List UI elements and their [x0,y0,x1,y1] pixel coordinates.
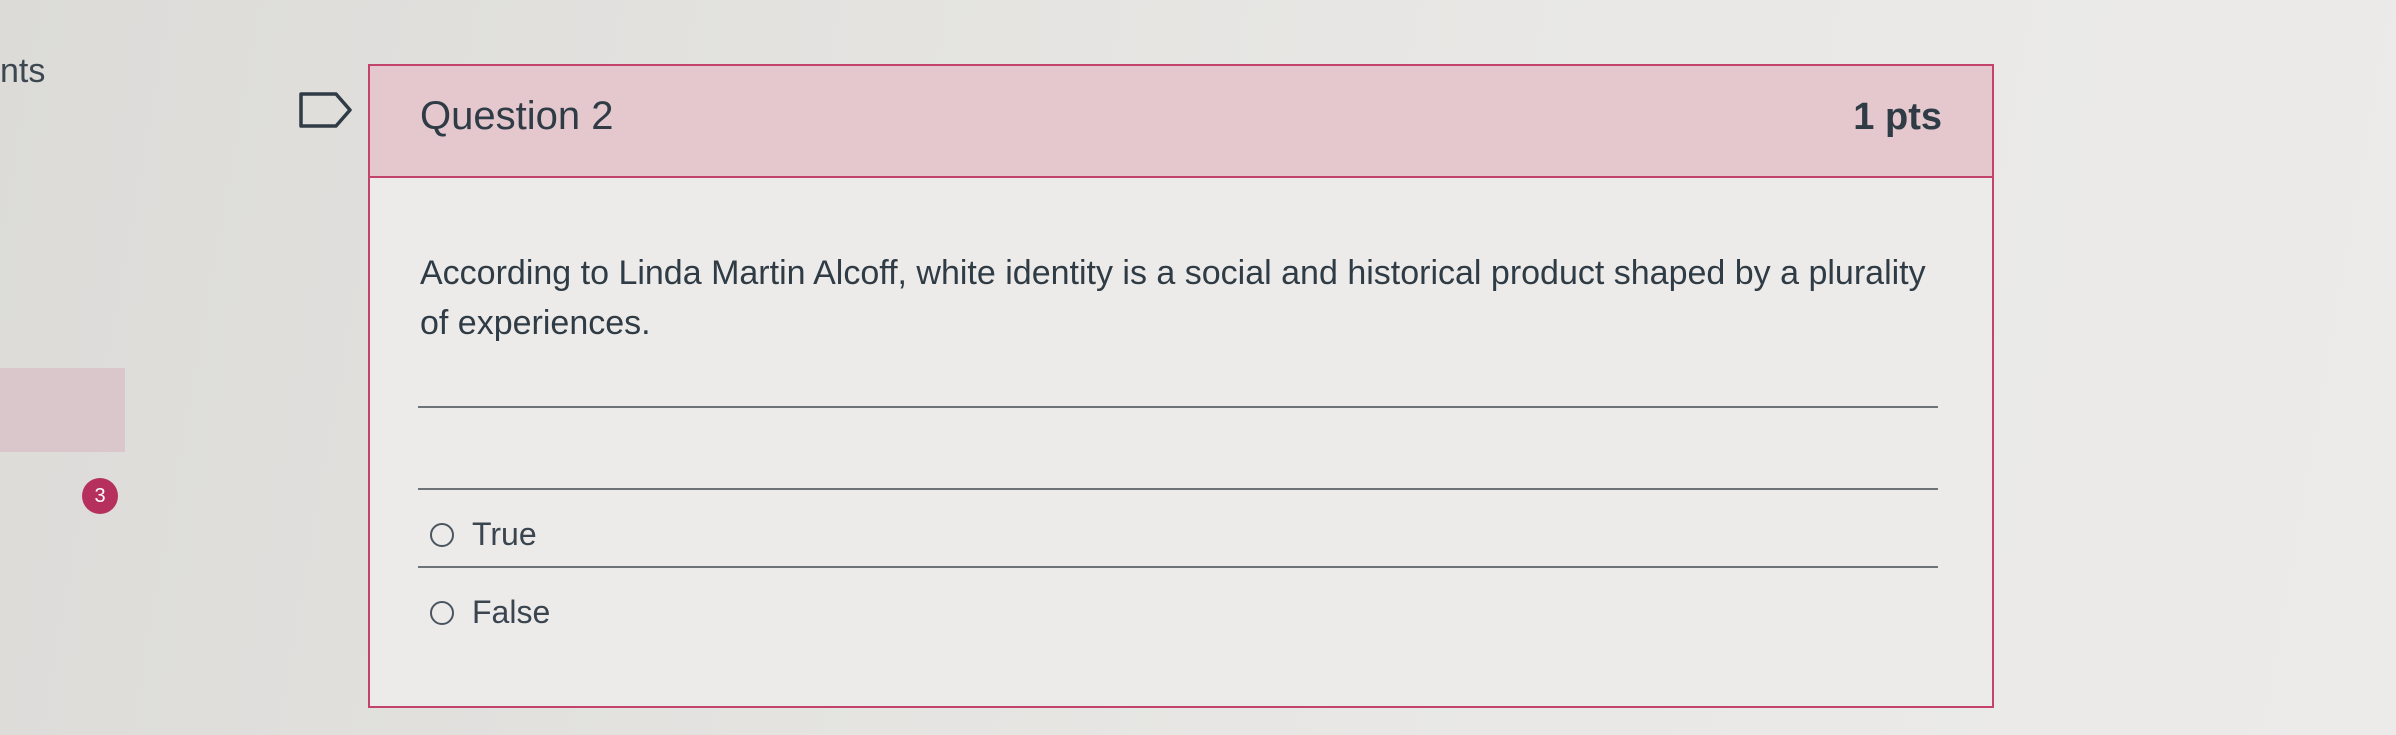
answer-label: True [472,516,537,552]
radio-button-icon[interactable] [430,600,454,625]
answer-label: False [472,594,551,630]
answer-option-false[interactable]: False [430,594,550,631]
question-points: 1 pts [1853,96,1942,138]
question-title: Question 2 [420,94,614,138]
question-text: According to Linda Martin Alcoff, white … [420,254,1926,342]
answer-option-true[interactable]: True [430,516,537,553]
answer-divider [418,406,1938,408]
flag-question-icon[interactable] [298,90,356,130]
answer-divider [418,566,1938,568]
question-number-badge[interactable]: 3 [82,478,118,514]
radio-button-icon[interactable] [430,522,454,547]
sidebar-heading: nts [0,52,46,90]
question-card: Question 2 1 pts According to Linda Mart… [368,64,1994,708]
sidebar-selected-item[interactable] [0,368,125,452]
answer-divider [418,488,1938,490]
question-header: Question 2 1 pts [370,66,1992,178]
